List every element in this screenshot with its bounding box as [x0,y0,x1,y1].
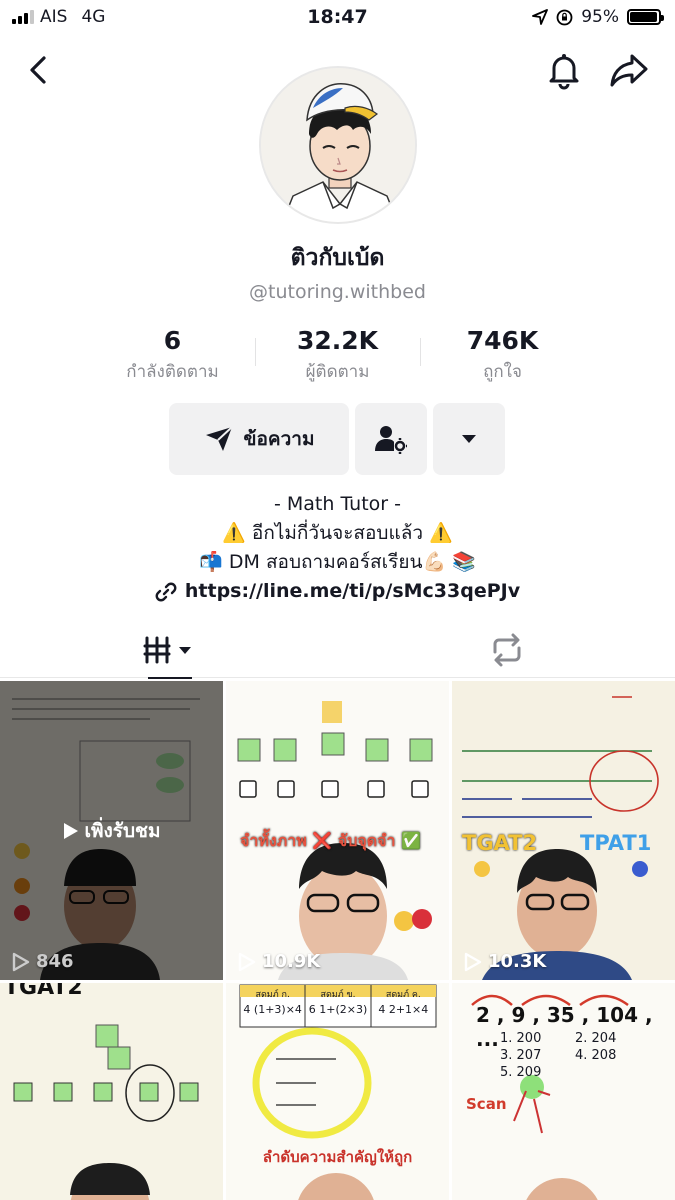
thumbnail-caption: จำทั้งภาพ ❌ จับจุดจำ ✅ [240,831,422,850]
table-cell: 4 (1+3)×4 [243,1003,302,1016]
view-count-text: 10.9K [262,951,321,972]
video-thumbnail[interactable]: สดมภ์ ก. สดมภ์ ข. สดมภ์ ค. 4 (1+3)×4 6 1… [226,983,449,1200]
watched-label: เพิ่งรับชม [84,819,161,842]
stat-value: 746K [466,326,539,355]
view-count: 10.3K [464,951,546,972]
view-count: 10.9K [238,951,320,972]
tab-videos[interactable] [0,622,337,679]
stat-value: 32.2K [296,326,379,355]
video-thumbnail[interactable]: เพิ่งรับชม 846 [0,681,223,980]
video-thumbnail[interactable]: TGAT2 TPAT1 10.3K [452,681,675,980]
status-bar: AIS 4G 18:47 95% [0,0,675,36]
battery-percent: 95% [581,7,619,27]
answer-choice: 1. 200 [500,1031,542,1046]
message-button[interactable]: ข้อความ [169,403,349,475]
table-header: สดมภ์ ข. [320,990,356,1000]
play-outline-icon [464,952,482,971]
thumbnail-caption-left: TGAT2 [462,831,538,855]
repost-icon [493,633,520,667]
content-tabs [0,622,675,679]
bio-line: 📬 DM สอบถามคอร์สเรียน💪🏻 📚 [199,551,476,573]
play-outline-icon [12,952,30,971]
thumbnail-image [0,983,223,1200]
user-settings-icon [375,426,407,454]
table-headers: สดมภ์ ก. สดมภ์ ข. สดมภ์ ค. [240,987,436,1001]
stat-followers[interactable]: 32.2K ผู้ติดตาม [255,326,420,382]
thumbnail-caption: TGAT2 [4,983,83,1000]
display-name: ติวกับเบ้ด [290,245,385,271]
bio: - Math Tutor - ⚠️ อีกไม่กี่วันจะสอบแล้ว … [0,490,675,606]
thumbnail-caption: ลำดับความสำคัญให้ถูก [262,1148,413,1166]
answer-choice: 2. 204 [575,1031,617,1046]
battery-icon [627,9,664,25]
send-icon [205,426,233,451]
bio-link-text: https://line.me/ti/p/sMc33qePJv [184,580,521,602]
bio-line: ⚠️ อีกไม่กี่วันจะสอบแล้ว ⚠️ [222,522,453,544]
answer-choice: 4. 208 [575,1048,617,1063]
table-cell: 4 2+1×4 [378,1003,429,1016]
tab-reposts[interactable] [338,622,675,678]
table-header: สดมภ์ ค. [385,990,421,1000]
view-count: 846 [12,951,74,972]
grid-icon [143,636,191,664]
username: @tutoring.withbed [249,281,426,303]
table-header: สดมภ์ ก. [255,990,290,1000]
video-thumbnail[interactable]: TGAT2 [0,983,223,1200]
location-icon [532,9,549,25]
play-outline-icon [238,952,256,971]
stat-label: กำลังติดตาม [126,362,219,382]
bio-link[interactable]: https://line.me/ti/p/sMc33qePJv [0,577,675,606]
caret-down-icon [462,435,476,443]
message-label: ข้อความ [243,428,315,450]
answer-choice: 3. 207 [500,1048,542,1063]
view-count-text: 10.3K [488,951,547,972]
answer-choice: 5. 209 [500,1065,542,1080]
link-icon [155,582,177,601]
chevron-left-icon[interactable] [20,52,56,88]
add-friend-button[interactable] [355,403,427,475]
video-grid: เพิ่งรับชม 846 จำทั้งภาพ ❌ จับจุดจำ ✅ 10… [0,681,675,1200]
orientation-lock-icon [556,9,573,25]
video-thumbnail[interactable]: 2 , 9 , 35 , 104 , ... 1. 200 2. 204 3. … [452,983,675,1200]
avatar-illustration [261,68,415,222]
more-options-button[interactable] [433,403,505,475]
thumbnail-caption-right: TPAT1 [580,831,652,855]
profile-stats: 6 กำลังติดตาม 32.2K ผู้ติดตาม 746K ถูกใจ [90,326,585,382]
table-cells: 4 (1+3)×4 6 1+(2×3) 4 2+1×4 [240,1003,436,1016]
watched-overlay: เพิ่งรับชม [0,681,223,980]
thumbnail-note: Scan [466,1095,507,1113]
stat-following[interactable]: 6 กำลังติดตาม [90,326,255,382]
stat-likes[interactable]: 746K ถูกใจ [420,326,585,382]
stat-label: ถูกใจ [483,362,522,382]
bio-line: - Math Tutor - [273,493,401,515]
video-thumbnail[interactable]: จำทั้งภาพ ❌ จับจุดจำ ✅ 10.9K [226,681,449,980]
play-icon [63,822,78,839]
stat-value: 6 [163,326,182,355]
answer-choices: 1. 200 2. 204 3. 207 4. 208 5. 209 [500,1031,650,1080]
stat-label: ผู้ติดตาม [305,362,370,382]
share-arrow-icon[interactable] [608,50,650,90]
avatar[interactable] [259,66,417,224]
table-cell: 6 1+(2×3) [308,1003,368,1016]
bell-icon[interactable] [544,50,584,90]
view-count-text: 846 [36,951,74,972]
